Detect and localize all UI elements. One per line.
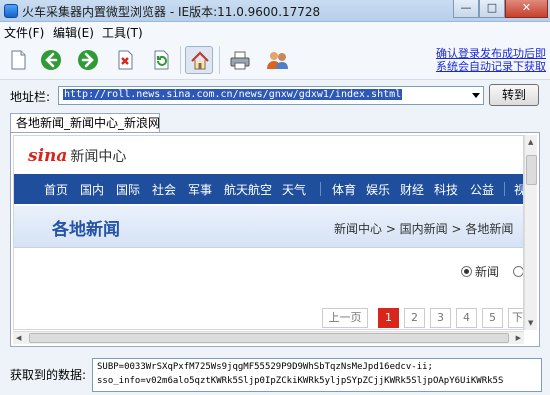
vertical-scrollbar[interactable]: ▲ ▼ [524, 135, 537, 330]
web-viewport: sina 新闻中心 首页 国内 国际 社会 军事 航天航空 天气 体育 娱乐 财经… [13, 135, 524, 330]
next-page-button[interactable]: 下一 [508, 308, 523, 328]
tab-page[interactable]: 各地新闻_新闻中心_新浪网 [10, 113, 160, 133]
notice-line-1: 确认登录发布成功后即 [436, 47, 546, 60]
back-icon [41, 50, 61, 70]
horizontal-scroll-thumb[interactable] [29, 333, 509, 343]
menu-bar: 文件(F) 编辑(E) 工具(T) [0, 22, 550, 40]
section-title: 各地新闻 [52, 220, 120, 240]
menu-edit[interactable]: 编辑(E) [53, 24, 94, 41]
maximize-button[interactable]: □ [479, 0, 505, 18]
vertical-scroll-thumb[interactable] [526, 155, 537, 185]
notice-line-2: 系统会自动记录下获取 [436, 60, 546, 73]
home-icon [191, 51, 209, 70]
captured-data-label: 获取到的数据: [10, 368, 87, 382]
login-notice-link[interactable]: 确认登录发布成功后即 系统会自动记录下获取 [406, 47, 546, 73]
radio-group: 新闻 [461, 263, 523, 280]
section-header: 各地新闻 新闻中心 > 国内新闻 > 各地新闻 [14, 206, 523, 248]
dropdown-arrow-icon[interactable] [472, 93, 480, 98]
print-icon [230, 51, 250, 70]
stop-icon [118, 50, 133, 70]
nav-item[interactable]: 国际 [116, 181, 140, 198]
nav-item[interactable]: 娱乐 [366, 181, 390, 198]
forward-icon [78, 50, 98, 70]
nav-bar: 首页 国内 国际 社会 军事 航天航空 天气 体育 娱乐 财经 科技 公益 视 [14, 174, 523, 204]
app-icon [4, 4, 18, 18]
captured-data-line-2: sso_info=v02m6alo5qztKWRk5Sljp0IpZCkiKWR… [97, 376, 504, 386]
scroll-right-icon[interactable]: ▶ [516, 333, 521, 343]
horizontal-scrollbar[interactable]: ◀ ▶ [13, 331, 524, 344]
forward-button[interactable] [74, 46, 102, 74]
scroll-down-icon[interactable]: ▼ [528, 318, 533, 328]
address-value: http://roll.news.sina.com.cn/news/gnxw/g… [63, 89, 403, 100]
captured-data-field[interactable]: SUBP=0033WrSXqPxfM725Ws9jqgMF55529P9D9Wh… [92, 358, 542, 392]
nav-item[interactable]: 国内 [80, 181, 104, 198]
prev-page-button[interactable]: 上一页 [322, 308, 368, 328]
window-title: 火车采集器内置微型浏览器 - IE版本:11.0.9600.17728 [22, 5, 321, 19]
toolbar-separator [180, 46, 181, 74]
nav-item[interactable]: 公益 [470, 181, 494, 198]
refresh-button[interactable] [147, 46, 175, 74]
nav-divider [320, 182, 321, 196]
nav-item[interactable]: 社会 [152, 181, 176, 198]
users-button[interactable] [262, 46, 290, 74]
nav-divider [504, 182, 505, 196]
page-button[interactable]: 4 [456, 308, 477, 328]
captured-data-line-1: SUBP=0033WrSXqPxfM725Ws9jqgMF55529P9D9Wh… [97, 362, 433, 372]
minimize-button[interactable]: — [453, 0, 479, 18]
users-icon [267, 52, 288, 69]
site-logo[interactable]: sina 新闻中心 [28, 146, 126, 166]
page-button[interactable]: 5 [482, 308, 503, 328]
close-button[interactable]: ✕ [505, 0, 548, 18]
new-page-icon [11, 50, 26, 70]
title-bar: 火车采集器内置微型浏览器 - IE版本:11.0.9600.17728 — □ … [0, 0, 550, 22]
nav-item[interactable]: 航天航空 [224, 181, 272, 198]
page-button-current[interactable]: 1 [378, 308, 399, 328]
nav-item[interactable]: 财经 [400, 181, 424, 198]
radio-other[interactable] [512, 266, 523, 277]
home-button[interactable] [185, 46, 213, 74]
address-input[interactable]: http://roll.news.sina.com.cn/news/gnxw/g… [58, 86, 484, 105]
sina-logo: sina [28, 146, 68, 166]
nav-item[interactable]: 视 [514, 181, 523, 198]
menu-tools[interactable]: 工具(T) [102, 24, 143, 41]
page-button[interactable]: 3 [430, 308, 451, 328]
window-controls: — □ ✕ [453, 0, 548, 20]
radio-news-label: 新闻 [475, 265, 500, 279]
page-button[interactable]: 2 [404, 308, 425, 328]
toolbar-separator [219, 46, 220, 74]
stop-button[interactable] [111, 46, 139, 74]
nav-item[interactable]: 体育 [332, 181, 356, 198]
nav-item[interactable]: 科技 [434, 181, 458, 198]
print-button[interactable] [226, 46, 254, 74]
breadcrumb[interactable]: 新闻中心 > 国内新闻 > 各地新闻 [334, 220, 513, 237]
scroll-left-icon[interactable]: ◀ [16, 333, 21, 343]
refresh-icon [154, 50, 169, 70]
back-button[interactable] [37, 46, 65, 74]
scroll-up-icon[interactable]: ▲ [528, 137, 533, 147]
nav-item[interactable]: 首页 [44, 181, 68, 198]
logo-caption: 新闻中心 [70, 149, 127, 165]
radio-news[interactable] [461, 266, 472, 277]
new-page-button[interactable] [4, 46, 32, 74]
address-label: 地址栏: [10, 90, 51, 104]
menu-file[interactable]: 文件(F) [4, 24, 44, 41]
nav-item[interactable]: 军事 [188, 181, 212, 198]
nav-item[interactable]: 天气 [282, 181, 306, 198]
browser-pane: sina 新闻中心 首页 国内 国际 社会 军事 航天航空 天气 体育 娱乐 财经… [10, 132, 540, 347]
go-button[interactable]: 转到 [489, 84, 539, 106]
